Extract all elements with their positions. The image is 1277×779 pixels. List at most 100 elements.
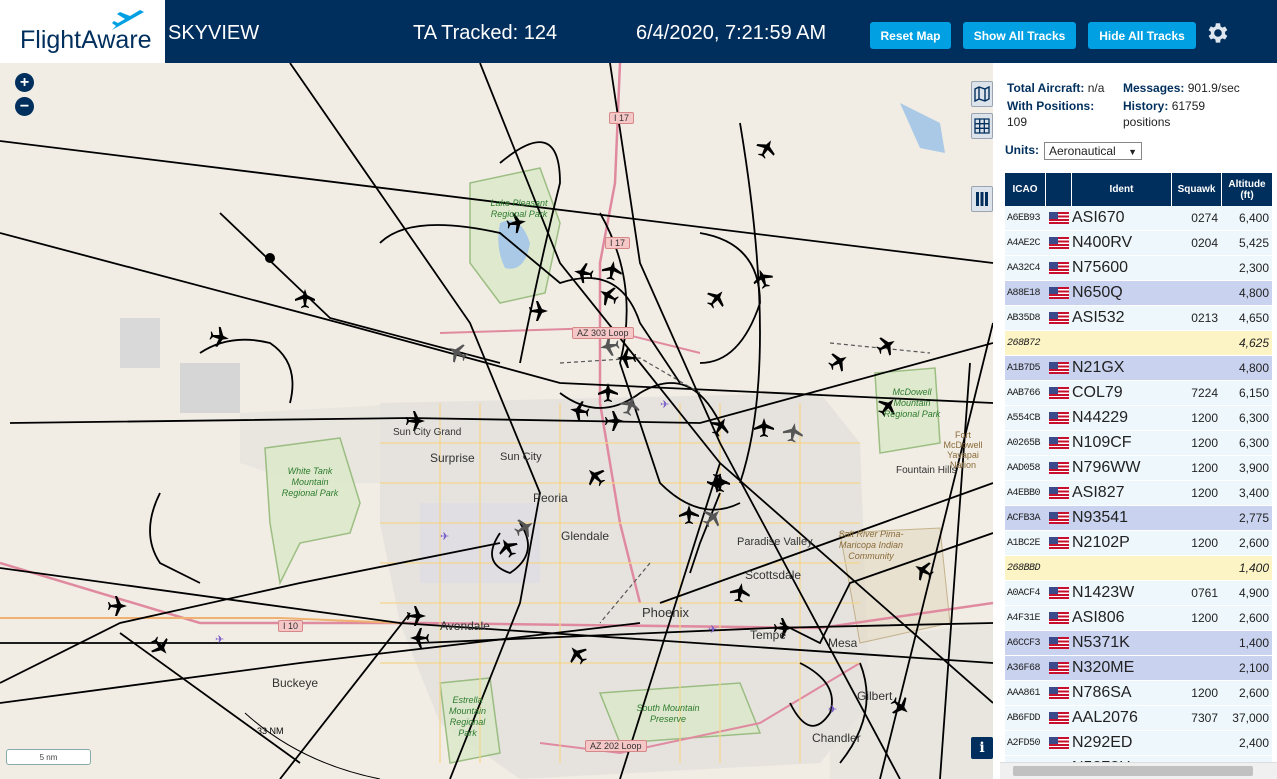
road-badge-i17-north: I 17 <box>609 112 635 124</box>
cell-altitude: 2,775 <box>1238 511 1269 525</box>
table-row[interactable]: AAD058 N796WW 1200 3,900 <box>1005 456 1272 481</box>
cell-ident: N93541 <box>1072 509 1129 526</box>
show-all-tracks-button[interactable]: Show All Tracks <box>963 22 1076 49</box>
column-header-ident[interactable]: Ident <box>1072 173 1172 206</box>
units-select[interactable]: Aeronautical ▼ <box>1044 142 1142 160</box>
us-flag-icon <box>1049 537 1069 549</box>
cell-altitude: 2,600 <box>1238 686 1269 700</box>
place-label-tempe: Tempe <box>750 628 787 642</box>
column-toggle-button[interactable] <box>971 186 993 212</box>
reset-map-button[interactable]: Reset Map <box>870 22 951 49</box>
cell-ident: N292ED <box>1072 734 1133 751</box>
table-row[interactable]: AB35D8 ASI532 0213 4,650 <box>1005 306 1272 331</box>
us-flag-icon <box>1049 237 1069 249</box>
table-row[interactable]: A4F31E ASI806 1200 2,600 <box>1005 606 1272 631</box>
place-label-surprise: Surprise <box>430 451 475 465</box>
top-header: FlightAware SKYVIEW TA Tracked: 124 6/4/… <box>0 0 1277 63</box>
table-row[interactable]: AA32C4 N75600 2,300 <box>1005 256 1272 281</box>
table-row[interactable]: A6CCF3 N5371K 1,400 <box>1005 631 1272 656</box>
cell-flag <box>1046 256 1072 280</box>
info-icon: i <box>979 740 985 756</box>
svg-text:✈: ✈ <box>708 624 717 636</box>
cell-altitude: 2,400 <box>1238 736 1269 750</box>
map-layers-button[interactable] <box>971 81 993 107</box>
table-row[interactable]: A6EB93 ASI670 0274 6,400 <box>1005 206 1272 231</box>
column-header-squawk[interactable]: Squawk <box>1172 173 1222 206</box>
total-aircraft-value: n/a <box>1087 81 1105 95</box>
table-row[interactable]: AAA861 N786SA 1200 2,600 <box>1005 681 1272 706</box>
table-row[interactable]: A1BC2E N2102P 1200 2,600 <box>1005 531 1272 556</box>
place-label-peoria: Peoria <box>533 491 568 505</box>
cell-icao: AAB766 <box>1007 387 1041 399</box>
zoom-in-button[interactable]: + <box>15 73 34 92</box>
scale-bar: 5 nm <box>6 749 91 765</box>
road-badge-i10: I 10 <box>278 620 304 632</box>
zoom-out-button[interactable]: − <box>15 97 34 116</box>
total-aircraft-stat: Total Aircraft: n/a <box>1007 80 1122 96</box>
horizontal-scrollbar[interactable] <box>1000 762 1277 779</box>
place-label-fort-mcdowell: Fort McDowell Yavapai Nation <box>943 430 983 470</box>
grid-toggle-button[interactable] <box>971 113 993 139</box>
hide-all-tracks-button[interactable]: Hide All Tracks <box>1088 22 1196 49</box>
cell-flag <box>1046 731 1072 755</box>
table-row[interactable]: A0ACF4 N1423W 0761 4,900 <box>1005 581 1272 606</box>
column-header-flag[interactable] <box>1046 173 1072 206</box>
us-flag-icon <box>1049 412 1069 424</box>
units-label: Units: <box>1005 143 1039 157</box>
cell-icao: AAD058 <box>1007 462 1041 474</box>
table-row[interactable]: A36F68 N320ME 2,100 <box>1005 656 1272 681</box>
cell-flag <box>1046 506 1072 530</box>
table-row[interactable]: A4EBB0 ASI827 1200 3,400 <box>1005 481 1272 506</box>
table-row[interactable]: A88E18 N650Q 4,800 <box>1005 281 1272 306</box>
map-view[interactable]: ✈ ✈ ✈ ✈ ✈ Surprise Sun City Peoria Glendale … <box>0 63 993 779</box>
table-row[interactable]: AB6FDD AAL2076 7307 37,000 <box>1005 706 1272 731</box>
us-flag-icon <box>1049 687 1069 699</box>
place-label-chandler: Chandler <box>812 731 861 745</box>
positions-value: 109 <box>1007 115 1028 129</box>
cell-icao: A0265B <box>1007 437 1041 449</box>
cell-altitude: 6,150 <box>1238 386 1269 400</box>
info-button[interactable]: i <box>971 737 993 759</box>
cell-altitude: 4,800 <box>1238 361 1269 375</box>
cell-flag <box>1046 206 1072 230</box>
cell-flag <box>1046 531 1072 555</box>
us-flag-icon <box>1049 312 1069 324</box>
cell-squawk: 0213 <box>1191 311 1218 325</box>
map-canvas[interactable]: ✈ ✈ ✈ ✈ ✈ <box>0 63 993 779</box>
cell-icao: A88E18 <box>1007 287 1041 299</box>
positions-stat: With Positions: 109 <box>1007 98 1117 130</box>
flightaware-logo[interactable]: FlightAware <box>0 0 165 63</box>
us-flag-icon <box>1049 387 1069 399</box>
cell-altitude: 4,900 <box>1238 586 1269 600</box>
table-row[interactable]: A4AE2C N400RV 0204 5,425 <box>1005 231 1272 256</box>
cell-altitude: 4,650 <box>1238 311 1269 325</box>
cell-altitude: 3,400 <box>1238 486 1269 500</box>
cell-squawk <box>1172 731 1222 755</box>
app-title: SKYVIEW <box>168 22 260 44</box>
place-label-buckeye: Buckeye <box>272 676 319 690</box>
place-label-phoenix: Phoenix <box>642 605 689 620</box>
gear-icon[interactable] <box>1204 20 1230 46</box>
table-row[interactable]: A2FD50 N292ED 2,400 <box>1005 731 1272 756</box>
cell-squawk: 7307 <box>1191 711 1218 725</box>
column-header-altitude[interactable]: Altitude (ft) <box>1222 173 1272 206</box>
column-header-icao[interactable]: ICAO <box>1005 173 1046 206</box>
table-row[interactable]: 268BBD 1,400 <box>1005 556 1272 581</box>
cell-altitude: 4,800 <box>1238 286 1269 300</box>
cell-squawk: 1200 <box>1191 411 1218 425</box>
table-row[interactable]: ACFB3A N93541 2,775 <box>1005 506 1272 531</box>
table-row[interactable]: 268B72 4,625 <box>1005 331 1272 356</box>
table-row[interactable]: A1B7D5 N21GX 4,800 <box>1005 356 1272 381</box>
table-row[interactable]: A554CB N44229 1200 6,300 <box>1005 406 1272 431</box>
scrollbar-thumb[interactable] <box>1013 766 1253 776</box>
us-flag-icon <box>1049 462 1069 474</box>
cell-squawk: 1200 <box>1191 486 1218 500</box>
table-row[interactable]: A0265B N109CF 1200 6,300 <box>1005 431 1272 456</box>
table-row[interactable]: AAB766 COL79 7224 6,150 <box>1005 381 1272 406</box>
us-flag-icon <box>1049 487 1069 499</box>
plane-logo-icon <box>112 10 144 30</box>
cell-ident: N75600 <box>1072 259 1129 276</box>
cell-altitude: 6,300 <box>1238 436 1269 450</box>
aircraft-table: ICAO Ident Squawk Altitude (ft) A6EB93 AS… <box>1005 173 1272 779</box>
cell-flag <box>1046 556 1072 580</box>
